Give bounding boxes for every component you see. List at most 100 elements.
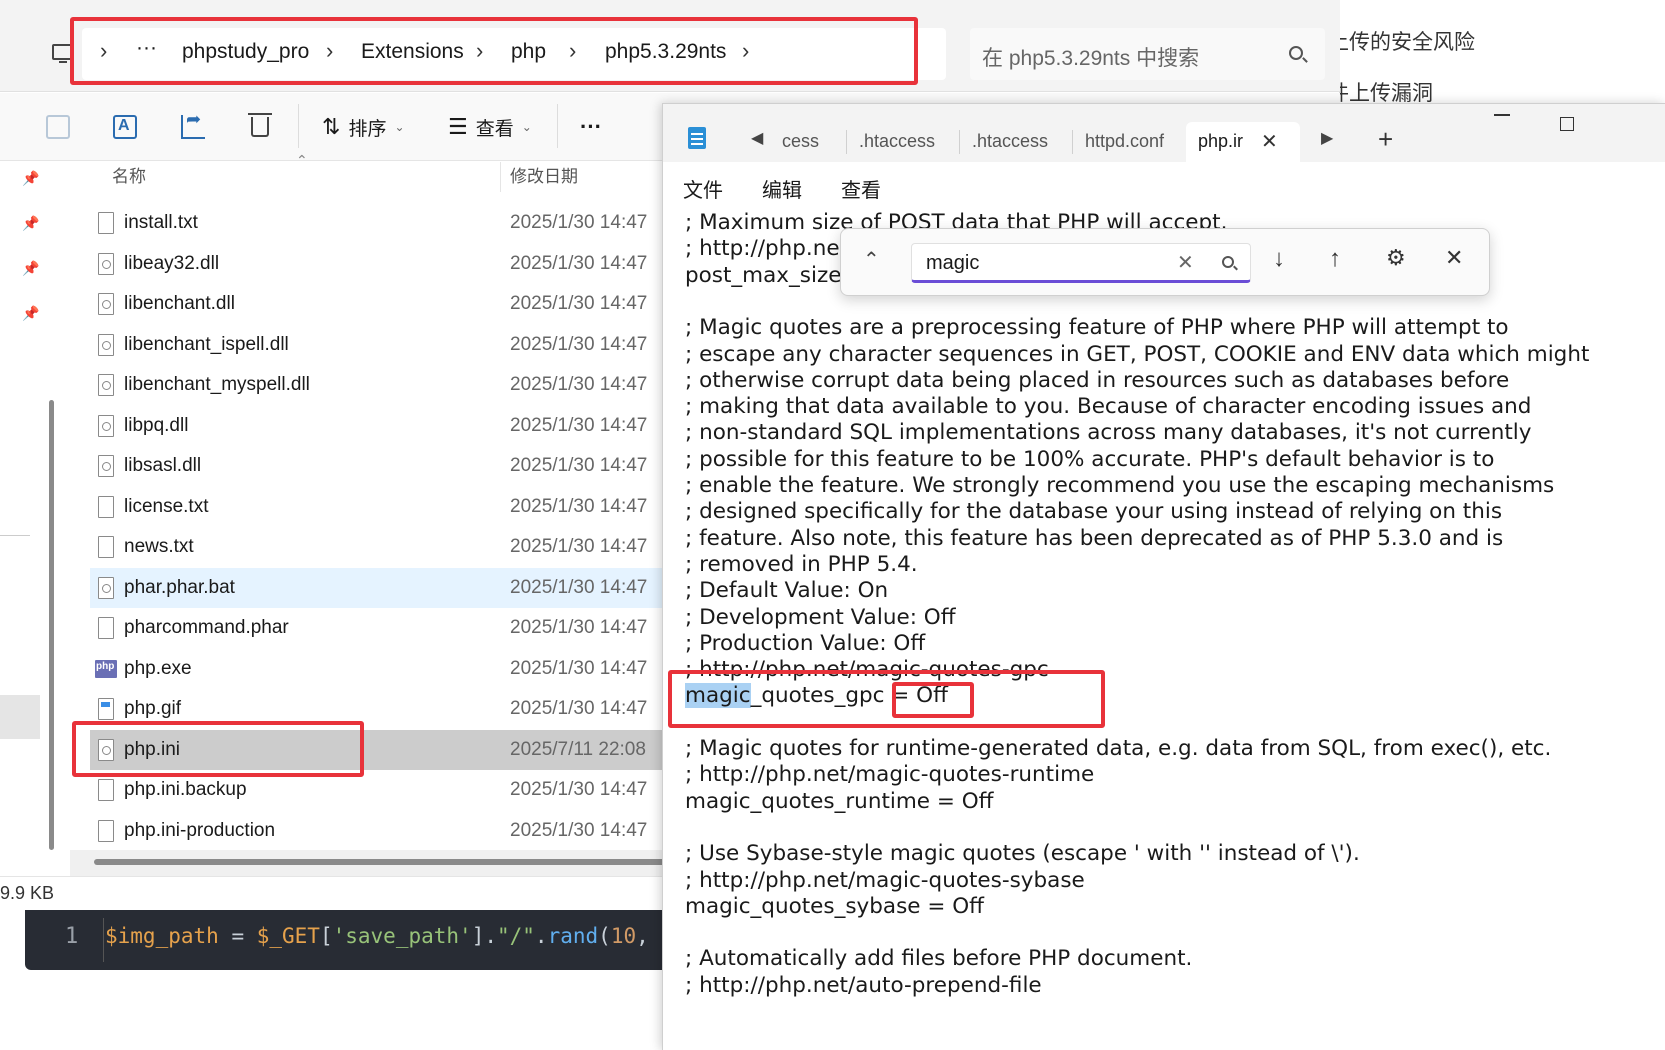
find-bar: ⌃ magic ✕ ↓ ↑ ⚙ ✕ — [840, 228, 1490, 296]
code-token: rand — [547, 924, 599, 948]
close-find-icon[interactable]: ✕ — [1445, 245, 1463, 271]
notepad-menubar: 文件 编辑 查看 — [663, 162, 1665, 210]
text-line: ; otherwise corrupt data being placed in… — [685, 367, 1510, 393]
code-token: ]. — [471, 924, 497, 948]
file-name: libenchant_myspell.dll — [124, 374, 310, 395]
tab-separator — [959, 130, 960, 154]
tab-httpd-conf[interactable]: httpd.conf — [1085, 122, 1164, 162]
chevron-up-icon[interactable]: ⌃ — [863, 247, 880, 272]
code-line-number: 1 — [65, 924, 79, 949]
paste-button[interactable] — [46, 109, 70, 145]
file-modified-date: 2025/1/30 14:47 — [510, 374, 648, 395]
dll-file-icon — [98, 293, 114, 315]
file-modified-date: 2025/1/30 14:47 — [510, 779, 648, 800]
dll-file-icon — [98, 333, 114, 356]
share-button[interactable] — [181, 109, 205, 145]
text-line: ; non-standard SQL implementations acros… — [685, 420, 1532, 446]
file-modified-date: 2025/7/11 22:08 — [510, 738, 646, 760]
file-modified-date: 2025/1/30 14:47 — [510, 657, 648, 679]
clear-search-icon[interactable]: ✕ — [1177, 250, 1194, 275]
file-name: install.txt — [124, 212, 198, 233]
text-line: ; http://php.net/magic-quotes-runtime — [685, 762, 1095, 788]
clipboard-icon — [46, 115, 70, 139]
file-name: libsasl.dll — [124, 455, 202, 476]
toolbar-divider — [557, 104, 558, 148]
column-separator[interactable] — [500, 162, 501, 192]
bat-file-icon — [98, 576, 114, 599]
text-line: ; Use Sybase-style magic quotes (escape … — [685, 841, 1360, 867]
file-name: libenchant.dll — [124, 293, 235, 314]
search-icon[interactable] — [1222, 256, 1234, 268]
sort-label: 排序 — [348, 118, 387, 140]
tab-htaccess-2[interactable]: .htaccess — [972, 122, 1048, 162]
toolbar-divider — [298, 104, 299, 148]
file-modified-date: 2025/1/30 14:47 — [510, 536, 648, 557]
nav-selected-item[interactable] — [0, 695, 40, 739]
txt-file-icon — [98, 617, 114, 639]
file-name: libeay32.dll — [124, 252, 220, 274]
file-modified-date: 2025/1/30 14:47 — [510, 576, 648, 598]
vertical-scrollbar[interactable] — [49, 400, 54, 850]
text-line: ; making that data available to you. Bec… — [685, 394, 1532, 420]
rename-icon — [113, 115, 137, 139]
annotation-php-ini-highlight — [72, 721, 364, 777]
dll-file-icon — [98, 414, 114, 437]
folder-search-input[interactable]: 在 php5.3.29nts 中搜索 — [970, 28, 1325, 80]
find-previous-icon[interactable]: ↑ — [1329, 245, 1341, 273]
file-name: libpq.dll — [124, 414, 189, 436]
maximize-icon[interactable] — [1560, 117, 1574, 131]
notepad-app-icon — [688, 127, 706, 149]
code-token: 10 — [610, 924, 637, 948]
find-input[interactable]: magic ✕ — [911, 243, 1251, 283]
sort-button[interactable]: ⇅ 排序 ⌄ — [322, 109, 405, 145]
new-tab-icon[interactable]: + — [1378, 124, 1393, 155]
pin-icon[interactable]: 📌 — [22, 170, 39, 187]
more-icon: ··· — [580, 114, 602, 139]
menu-edit[interactable]: 编辑 — [762, 174, 802, 203]
rename-button[interactable] — [113, 109, 137, 145]
view-icon: ☰ — [448, 114, 468, 139]
file-modified-date: 2025/1/30 14:47 — [510, 617, 648, 638]
code-token: . — [534, 924, 548, 948]
close-tab-icon[interactable]: ✕ — [1261, 129, 1278, 154]
column-header-modified[interactable]: 修改日期 — [510, 162, 578, 187]
tab-htaccess-1[interactable]: .htaccess — [859, 122, 935, 162]
tab-cess[interactable]: cess — [782, 122, 819, 162]
tab-php-ini[interactable]: php.ir — [1186, 122, 1300, 162]
txt-file-icon — [98, 536, 114, 558]
find-next-icon[interactable]: ↓ — [1273, 245, 1285, 273]
view-label: 查看 — [475, 118, 514, 140]
annotation-gpc-value-highlight — [892, 682, 974, 718]
code-gutter — [103, 918, 104, 962]
code-token: $_GET — [256, 924, 320, 948]
tab-scroll-left-icon[interactable]: ◀ — [751, 128, 763, 148]
pin-icon[interactable]: 📌 — [22, 215, 39, 232]
tab-php-ini-label: php.ir — [1198, 131, 1244, 151]
find-options-icon[interactable]: ⚙ — [1386, 245, 1406, 271]
menu-file[interactable]: 文件 — [683, 174, 723, 203]
txt-file-icon — [98, 495, 114, 518]
menu-view[interactable]: 查看 — [841, 174, 881, 203]
view-button[interactable]: ☰ 查看 ⌄ — [448, 109, 532, 145]
more-options-button[interactable]: ··· — [580, 109, 602, 145]
tab-scroll-right-icon[interactable]: ▶ — [1321, 128, 1333, 148]
dll-file-icon — [98, 374, 114, 396]
file-modified-date: 2025/1/30 14:47 — [510, 414, 648, 436]
text-line: ; http://php.net/ — [685, 236, 856, 262]
file-name: license.txt — [124, 495, 209, 517]
code-token: ( — [598, 924, 611, 948]
txt-file-icon — [98, 779, 114, 801]
minimize-icon[interactable] — [1494, 114, 1510, 116]
notepad-editor[interactable]: ; Maximum size of POST data that PHP wil… — [685, 210, 1655, 1050]
text-line: ; escape any character sequences in GET,… — [685, 341, 1590, 367]
text-line: ; Development Value: Off — [685, 604, 956, 630]
pin-icon[interactable]: 📌 — [22, 260, 39, 277]
pin-icon[interactable]: 📌 — [22, 305, 39, 322]
delete-button[interactable] — [248, 109, 272, 145]
column-header-name[interactable]: 名称 — [112, 162, 146, 187]
file-modified-date: 2025/1/30 14:47 — [510, 495, 648, 517]
file-modified-date: 2025/1/30 14:47 — [510, 293, 648, 314]
file-name: pharcommand.phar — [124, 617, 289, 638]
search-icon — [1289, 46, 1303, 60]
file-modified-date: 2025/1/30 14:47 — [510, 252, 648, 274]
